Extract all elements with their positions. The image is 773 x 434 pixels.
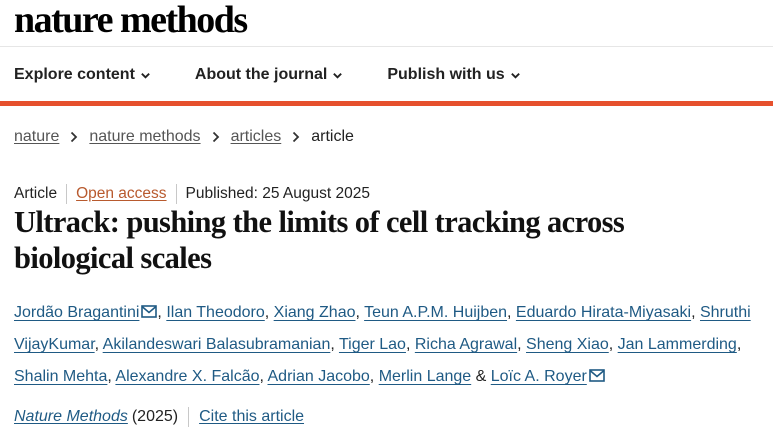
author-link[interactable]: Akilandeswari Balasubramanian (103, 336, 331, 353)
chevron-right-icon (212, 131, 220, 143)
author-separator: , (736, 336, 742, 353)
author-separator: , (517, 336, 527, 353)
author-separator: , (608, 336, 618, 353)
nav-about-journal[interactable]: About the journal (195, 62, 343, 88)
chevron-down-icon (140, 70, 151, 81)
citation-divider (188, 407, 190, 427)
author-link[interactable]: Eduardo Hirata-Miyasaki (516, 304, 691, 321)
article-title: Ultrack: pushing the limits of cell trac… (14, 205, 625, 275)
author-link[interactable]: Richa Agrawal (415, 336, 517, 353)
article-type: Article (14, 185, 58, 202)
mail-icon[interactable] (141, 305, 158, 318)
author-link[interactable]: Jordão Bragantini (14, 304, 139, 321)
breadcrumb-nature-methods[interactable]: nature methods (89, 128, 200, 146)
site-logo[interactable]: nature methods (14, 0, 248, 40)
author-link[interactable]: Teun A.P.M. Huijben (364, 304, 507, 321)
main-nav: Explore content About the journal Publis… (0, 62, 551, 88)
author-link[interactable]: Jan Lammerding (618, 336, 737, 353)
author-separator: , (691, 304, 700, 321)
author-separator: & (471, 368, 491, 385)
chevron-right-icon (292, 131, 300, 143)
author-link[interactable]: Adrian Jacobo (268, 368, 370, 385)
author-separator: , (264, 304, 274, 321)
header-divider (0, 46, 773, 47)
author-link[interactable]: Shalin Mehta (14, 368, 107, 385)
mail-icon[interactable] (588, 369, 605, 382)
author-link[interactable]: Sheng Xiao (526, 336, 609, 353)
chevron-down-icon (510, 70, 521, 81)
breadcrumb: nature nature methods articles article (14, 128, 354, 146)
nav-label: About the journal (194, 66, 328, 83)
author-separator: , (330, 336, 339, 353)
author-list: Jordão Bragantini, Ilan Theodoro, Xiang … (14, 297, 769, 393)
cite-this-article-link[interactable]: Cite this article (199, 408, 304, 426)
author-separator: , (369, 368, 379, 385)
author-separator: , (405, 336, 415, 353)
author-separator: , (157, 304, 167, 321)
author-link[interactable]: Ilan Theodoro (166, 304, 264, 321)
article-meta: Article Open access Published: 25 August… (14, 184, 370, 204)
chevron-right-icon (70, 131, 78, 143)
author-link[interactable]: Alexandre X. Falcão (115, 368, 259, 385)
breadcrumb-nature[interactable]: nature (14, 128, 59, 146)
author-link[interactable]: Xiang Zhao (274, 304, 356, 321)
citation-line: Nature Methods (2025) Cite this article (14, 407, 304, 427)
author-link[interactable]: Loïc A. Royer (491, 368, 587, 385)
author-separator: , (94, 336, 103, 353)
meta-divider (175, 184, 177, 204)
citation-year: (2025) (131, 408, 179, 425)
accent-bar (0, 101, 773, 106)
open-access-link[interactable]: Open access (76, 185, 166, 203)
chevron-down-icon (332, 70, 343, 81)
author-separator: , (259, 368, 268, 385)
nav-label: Explore content (14, 66, 135, 83)
nav-label: Publish with us (387, 66, 505, 83)
author-link[interactable]: Merlin Lange (379, 368, 472, 385)
breadcrumb-current: article (311, 128, 354, 145)
published-date: Published: 25 August 2025 (185, 185, 370, 202)
breadcrumb-articles[interactable]: articles (231, 128, 282, 146)
nav-explore-content[interactable]: Explore content (14, 62, 151, 88)
journal-link[interactable]: Nature Methods (14, 408, 128, 426)
meta-divider (66, 184, 68, 204)
author-separator: , (355, 304, 365, 321)
author-link[interactable]: Tiger Lao (339, 336, 406, 353)
nav-publish-with-us[interactable]: Publish with us (387, 62, 520, 88)
author-separator: , (507, 304, 516, 321)
